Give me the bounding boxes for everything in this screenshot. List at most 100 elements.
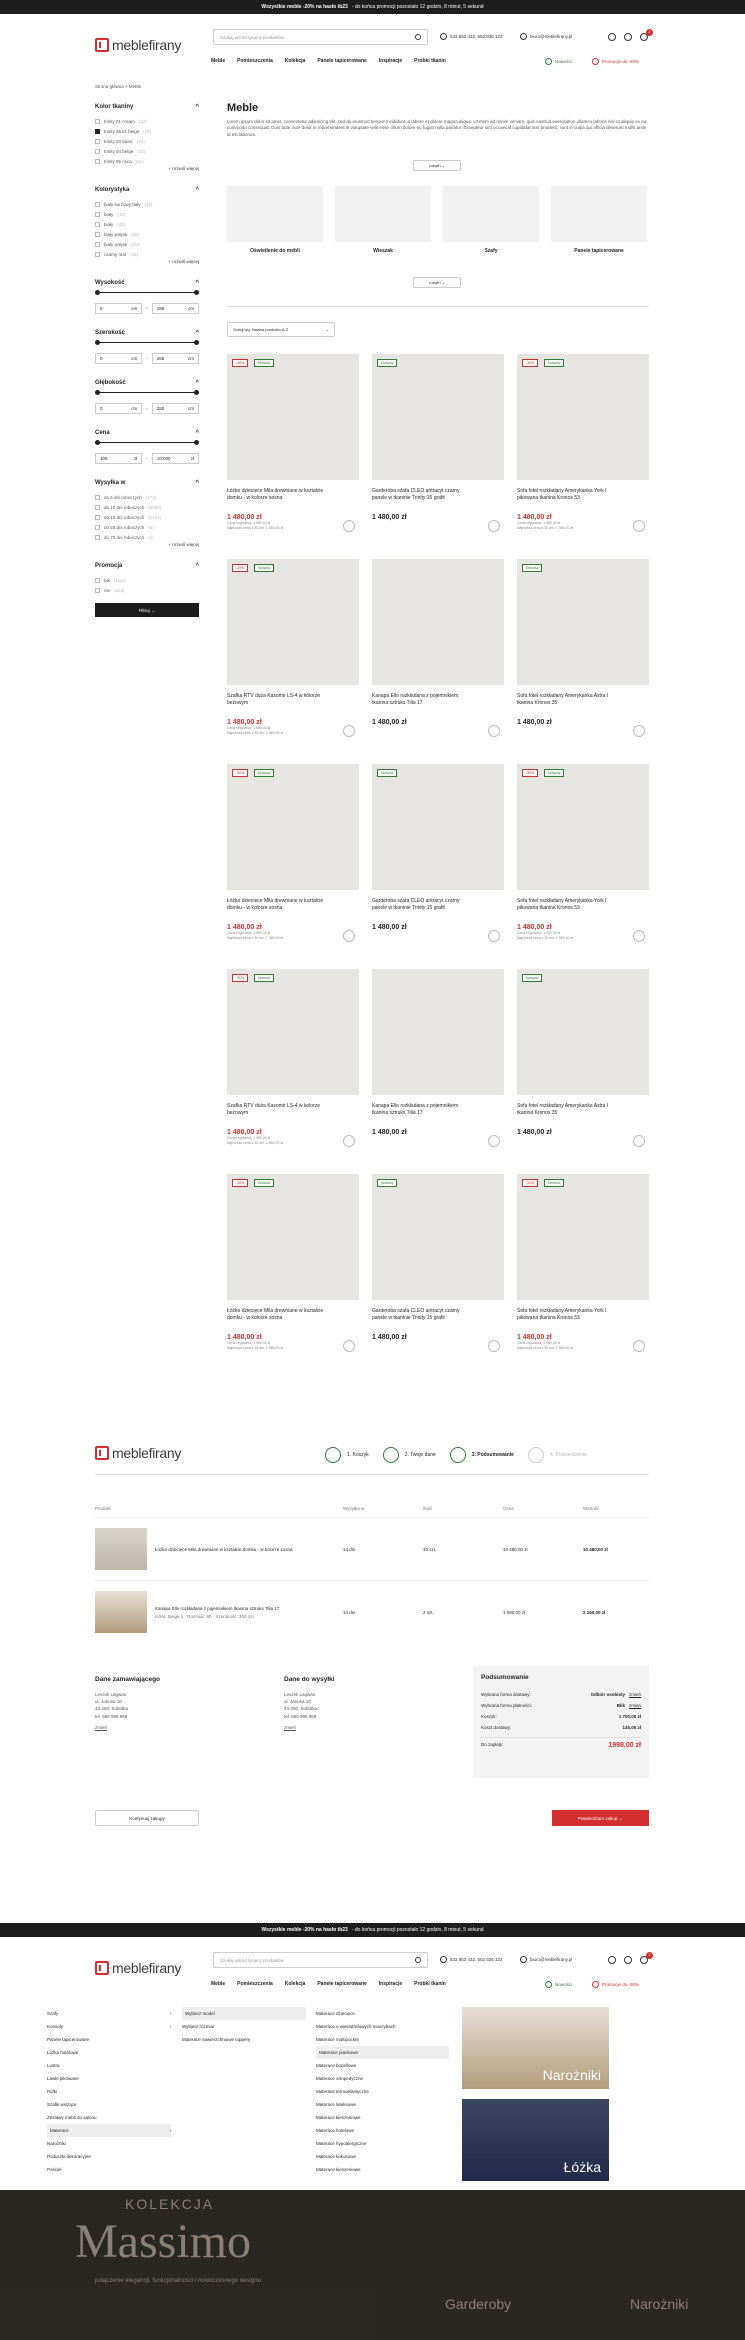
breadcrumb[interactable]: Strona główna > Meble [95,84,141,89]
menu-item[interactable]: Materace kieszeniowe [316,2163,449,2176]
subcategory-tile[interactable]: Oświetlenie do mebli [227,186,323,254]
user-icon[interactable] [624,33,632,41]
menu-item[interactable]: Szafy › [47,2007,171,2020]
filter-option[interactable]: do 15 dni roboczych (1123) [95,512,199,522]
add-to-cart-icon[interactable] [488,520,500,532]
expand-more[interactable]: + rozwiń więcej [95,542,199,547]
add-to-cart-icon[interactable] [343,725,355,737]
filter-option[interactable]: trinity 01 cream (42) [95,116,199,126]
add-to-cart-icon[interactable] [343,1340,355,1352]
height-range[interactable]: 0 cm -195 cm [95,303,199,314]
nav-item[interactable]: Kolekcja [285,58,306,64]
filter-title-shipping[interactable]: Wysyłka w ^ [95,480,199,486]
checkbox[interactable] [95,201,100,207]
change-link[interactable]: zmień [629,1692,641,1697]
promo-link[interactable]: Promocje do -50% [592,1981,639,1988]
search-icon[interactable] [415,34,421,40]
filter-option[interactable]: biały (42) [95,219,199,229]
product-image[interactable]: -30% Nowość [517,764,649,890]
menu-item[interactable]: Zestawy mebli do salonu [47,2111,171,2124]
height-slider[interactable] [95,290,199,295]
product-name[interactable]: Łóżko dziecięce Mila drewniane w kształc… [227,1308,327,1328]
checkbox[interactable] [95,148,100,154]
menu-item[interactable]: Materace termoelastyczne [316,2085,449,2098]
product-name[interactable]: Sofa fotel rozkładany Amerykanka York I … [517,488,617,508]
menu-item[interactable]: Narożniki [47,2137,171,2150]
checkbox[interactable] [95,504,100,510]
heart-icon[interactable] [608,1956,616,1964]
product-card[interactable]: Kanapa Ello rozkładana z pojemnikiem tka… [372,969,504,1147]
add-to-cart-icon[interactable] [343,1135,355,1147]
product-name[interactable]: Sofa fotel rozkładany Amerykanka York I … [517,898,617,918]
change-link[interactable]: zmień [629,1703,641,1708]
nav-item[interactable]: Panele tapicerowane [317,1981,366,1987]
menu-item[interactable]: Materace piankowe [316,2046,449,2059]
product-image[interactable]: Nowość [517,559,649,685]
filter-option[interactable]: trinity 05 mica (42) [95,156,199,166]
filter-title-height[interactable]: Wysokość ^ [95,280,199,286]
product-name[interactable]: Kanapa Ello rozkładana z pojemnikiem tka… [155,1606,325,1611]
checkbox[interactable] [95,241,100,247]
menu-item[interactable]: Panele tapicerowane [47,2033,171,2046]
nav-item[interactable]: Meble [211,58,225,64]
menu-item[interactable]: Poduszki dekoracyjne [47,2150,171,2163]
filter-option[interactable]: do 70 dni roboczych (1) [95,532,199,542]
menu-item[interactable]: Łóżka hotelowe [47,2046,171,2059]
checkbox[interactable] [95,534,100,540]
email-contact[interactable]: biuro@meblefirany.pl [520,33,572,40]
filter-option[interactable]: nie (223) [95,585,199,595]
product-name[interactable]: Sofa fotel rozkładany Amerykanka York I … [517,1308,617,1328]
product-card[interactable]: Nowość Garderoba szafa CLEO antracyt czar… [372,1174,504,1352]
checkbox[interactable] [95,158,100,164]
shipping-change-link[interactable]: zmień [284,1724,404,1731]
product-image[interactable]: -30% Nowość [227,764,359,890]
continue-shopping-button[interactable]: Kontynuuj zakupy [95,1810,199,1826]
checkbox[interactable] [95,128,100,134]
email-contact[interactable]: biuro@meblefirany.pl [520,1956,572,1963]
product-name[interactable]: Szafka RTV duża Kasomir LS-4 w kolorze b… [227,693,327,713]
product-card[interactable]: -30% Nowość Łóżko dziecięce Mila drewniane… [227,764,359,942]
menu-item[interactable]: Materace hypoalergiczne [316,2137,449,2150]
checkbox[interactable] [95,514,100,520]
expand-more[interactable]: + rozwiń więcej [95,166,199,171]
filter-button[interactable]: Filtruj → [95,603,199,617]
promo-link[interactable]: Promocje do -50% [592,58,639,65]
new-link[interactable]: Nowości [545,1981,572,1988]
product-name[interactable]: Łóżko dziecięce Mila drewniane w kształc… [155,1547,325,1552]
new-link[interactable]: Nowości [545,58,572,65]
nav-item[interactable]: Pomieszczenia [237,58,273,64]
menu-item[interactable]: Ławki pikowane [47,2072,171,2085]
product-image[interactable] [372,969,504,1095]
product-image[interactable]: -30% Nowość [227,969,359,1095]
filter-title-price[interactable]: Cena ^ [95,430,199,436]
filter-option[interactable]: trinity 03 basic (42) [95,136,199,146]
product-image[interactable]: -30% Nowość [227,354,359,480]
menu-item[interactable]: Materace hotelowe [316,2124,449,2137]
menu-item[interactable]: Lustra [47,2059,171,2072]
product-card[interactable]: Kanapa Ello rozkładana z pojemnikiem tka… [372,559,504,737]
menu-item[interactable]: Wybierz rozmiar [182,2020,306,2033]
filter-option[interactable]: czarny mat (42) [95,249,199,259]
price-range[interactable]: 100 zł -10 000 zł [95,453,199,464]
product-name[interactable]: Szafka RTV duża Kasomir LS-4 w kolorze b… [227,1103,327,1123]
product-card[interactable]: -30% Nowość Sofa fotel rozkładany Amerykan… [517,764,649,942]
heart-icon[interactable] [608,33,616,41]
product-image[interactable]: -30% Nowość [517,354,649,480]
product-image[interactable]: -30% Nowość [517,1174,649,1300]
checkout-logo[interactable]: meblefirany [95,1445,181,1461]
product-card[interactable]: Nowość Sofa fotel rozkładany Amerykanka A… [517,969,649,1147]
checkbox[interactable] [95,221,100,227]
search-icon[interactable] [415,1957,421,1963]
menu-item[interactable]: Materace kieszeniowe [316,2111,449,2124]
menu-item[interactable]: Konsoly › [47,2020,171,2033]
expand-more[interactable]: + rozwiń więcej [95,259,199,264]
product-name[interactable]: Garderoba szafa CLEO antracyt czarny pan… [372,1308,472,1328]
sort-select[interactable]: Sortuj wg: Nazwa produktu A-Z ⌄ [227,322,335,337]
product-image[interactable]: -30% Nowość [227,1174,359,1300]
product-name[interactable]: Łóżko dziecięce Mila drewniane w kształc… [227,898,327,918]
nav-item[interactable]: Pomieszczenia [237,1981,273,1987]
search-input[interactable]: Szukaj wśród tysięcy produktów [213,1952,428,1968]
menu-item[interactable]: Materace ortopedyczne [316,2072,449,2085]
menu-item[interactable]: Materace kokosowe [316,2150,449,2163]
subcategory-tile[interactable]: Panele tapicerowane [551,186,647,254]
